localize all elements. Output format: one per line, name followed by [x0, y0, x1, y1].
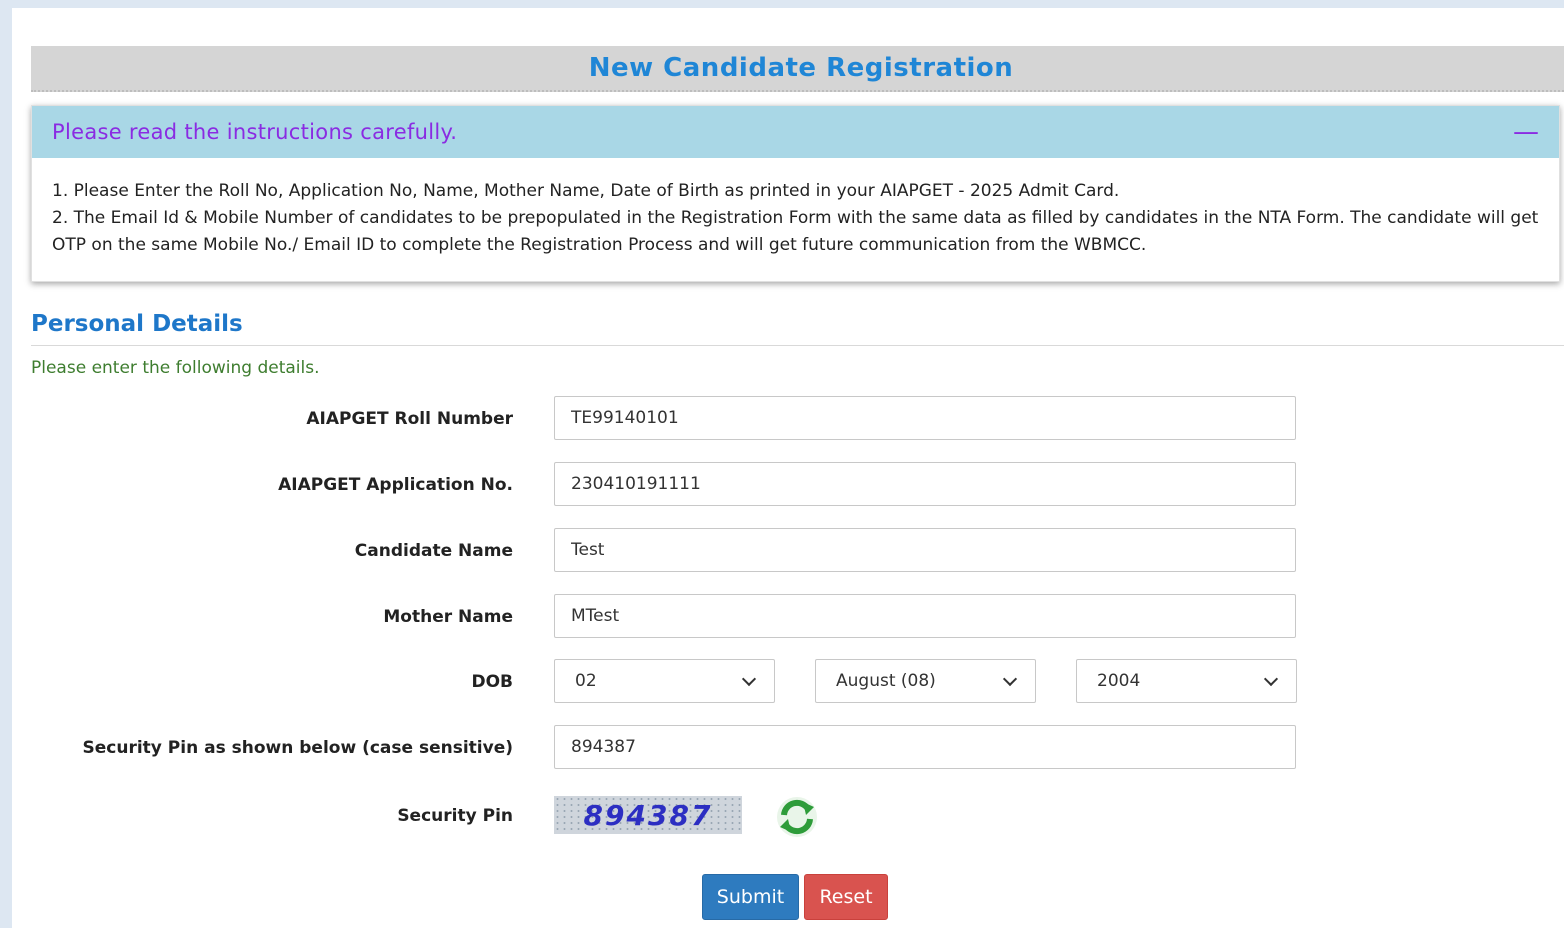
reset-button[interactable]: Reset: [804, 874, 888, 920]
dob-label: DOB: [471, 672, 513, 692]
dob-row: DOB 02 August (08) 2004: [12, 659, 1564, 705]
captcha-text: 894387: [583, 798, 713, 832]
roll-number-label: AIAPGET Roll Number: [306, 409, 513, 429]
mother-name-input[interactable]: [554, 594, 1296, 638]
title-bar: New Candidate Registration: [31, 46, 1564, 92]
section-subtitle: Please enter the following details.: [31, 358, 320, 378]
instruction-line: 1. Please Enter the Roll No, Application…: [52, 181, 1120, 201]
application-no-row: AIAPGET Application No.: [12, 462, 1564, 508]
instruction-line: 2. The Email Id & Mobile Number of candi…: [52, 208, 1539, 255]
security-pin-input[interactable]: [554, 725, 1296, 769]
mother-name-label: Mother Name: [383, 607, 513, 627]
instructions-header[interactable]: Please read the instructions carefully. …: [32, 106, 1559, 158]
dob-month-select[interactable]: August (08): [815, 659, 1036, 703]
chevron-down-icon: [1263, 671, 1279, 686]
candidate-name-row: Candidate Name: [12, 528, 1564, 574]
captcha-image: 894387: [554, 796, 742, 834]
section-title: Personal Details: [31, 311, 1564, 346]
security-pin-input-row: Security Pin as shown below (case sensit…: [12, 725, 1564, 771]
page: New Candidate Registration Please read t…: [12, 8, 1564, 928]
candidate-name-label: Candidate Name: [354, 541, 513, 561]
dob-year-value: 2004: [1097, 671, 1141, 691]
security-pin-label: Security Pin: [397, 806, 513, 826]
dob-day-value: 02: [575, 671, 597, 691]
dob-month-value: August (08): [836, 671, 936, 691]
mother-name-row: Mother Name: [12, 594, 1564, 640]
dob-day-select[interactable]: 02: [554, 659, 775, 703]
security-pin-row: Security Pin 894387: [12, 790, 1564, 842]
roll-number-input[interactable]: [554, 396, 1296, 440]
submit-button[interactable]: Submit: [702, 874, 799, 920]
security-pin-input-label: Security Pin as shown below (case sensit…: [82, 738, 513, 758]
application-no-label: AIAPGET Application No.: [278, 475, 513, 495]
page-title: New Candidate Registration: [588, 53, 1014, 83]
instructions-title: Please read the instructions carefully.: [52, 120, 458, 144]
instructions-body: 1. Please Enter the Roll No, Application…: [32, 158, 1559, 259]
candidate-name-input[interactable]: [554, 528, 1296, 572]
roll-number-row: AIAPGET Roll Number: [12, 396, 1564, 442]
chevron-down-icon: [1002, 671, 1018, 686]
collapse-icon[interactable]: —: [1513, 119, 1539, 145]
refresh-captcha-icon[interactable]: [776, 796, 818, 838]
chevron-down-icon: [741, 671, 757, 686]
dob-year-select[interactable]: 2004: [1076, 659, 1297, 703]
application-no-input[interactable]: [554, 462, 1296, 506]
instructions-panel: Please read the instructions carefully. …: [31, 105, 1560, 282]
